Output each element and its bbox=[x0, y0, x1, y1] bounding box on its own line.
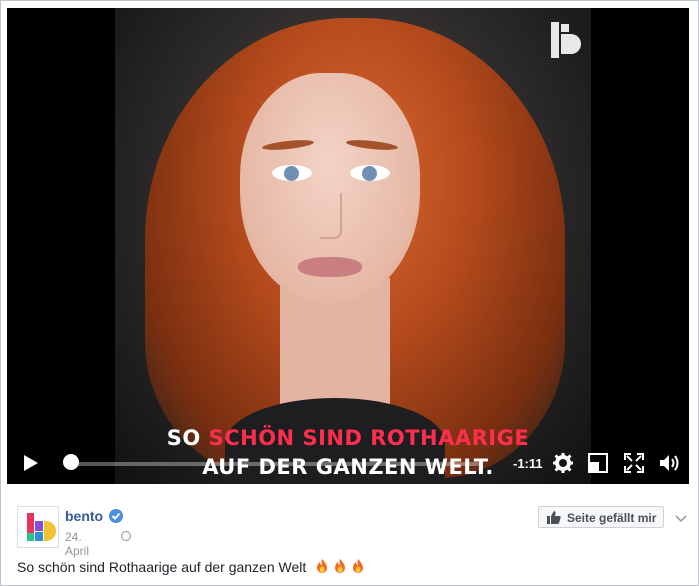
video-controls: -1:11 bbox=[7, 438, 689, 484]
like-page-label: Seite gefällt mir bbox=[567, 511, 657, 525]
verified-badge-icon bbox=[109, 509, 123, 523]
post-date[interactable]: 24. April bbox=[65, 530, 89, 558]
like-page-button[interactable]: Seite gefällt mir bbox=[538, 506, 664, 528]
time-remaining: -1:11 bbox=[513, 456, 543, 471]
volume-icon bbox=[660, 455, 679, 471]
play-icon bbox=[24, 455, 38, 471]
post-frame: SO SCHÖN SIND ROTHAARIGE AUF DER GANZEN … bbox=[0, 0, 699, 586]
bento-logo-icon bbox=[27, 513, 56, 541]
bento-watermark-icon bbox=[549, 20, 583, 60]
post-options-button[interactable] bbox=[675, 510, 687, 528]
fire-emoji-icons bbox=[314, 558, 368, 577]
miniplayer-button[interactable] bbox=[588, 453, 608, 478]
fullscreen-button[interactable] bbox=[624, 453, 644, 478]
chevron-down-icon bbox=[675, 515, 687, 523]
post-message: So schön sind Rothaarige auf der ganzen … bbox=[17, 558, 368, 577]
settings-button[interactable] bbox=[552, 452, 574, 479]
fullscreen-icon bbox=[624, 453, 644, 473]
picture-in-picture-icon bbox=[588, 453, 608, 473]
gear-icon bbox=[553, 453, 573, 473]
play-button[interactable] bbox=[23, 454, 39, 477]
page-name-link[interactable]: bento bbox=[65, 508, 103, 524]
progress-handle[interactable] bbox=[63, 454, 80, 470]
thumbs-up-icon bbox=[547, 511, 561, 524]
globe-icon bbox=[121, 531, 131, 541]
progress-bar[interactable] bbox=[63, 462, 479, 466]
video-player[interactable]: SO SCHÖN SIND ROTHAARIGE AUF DER GANZEN … bbox=[7, 8, 689, 484]
page-avatar[interactable] bbox=[17, 506, 59, 548]
volume-button[interactable] bbox=[659, 453, 681, 478]
video-frame-image bbox=[115, 8, 591, 484]
